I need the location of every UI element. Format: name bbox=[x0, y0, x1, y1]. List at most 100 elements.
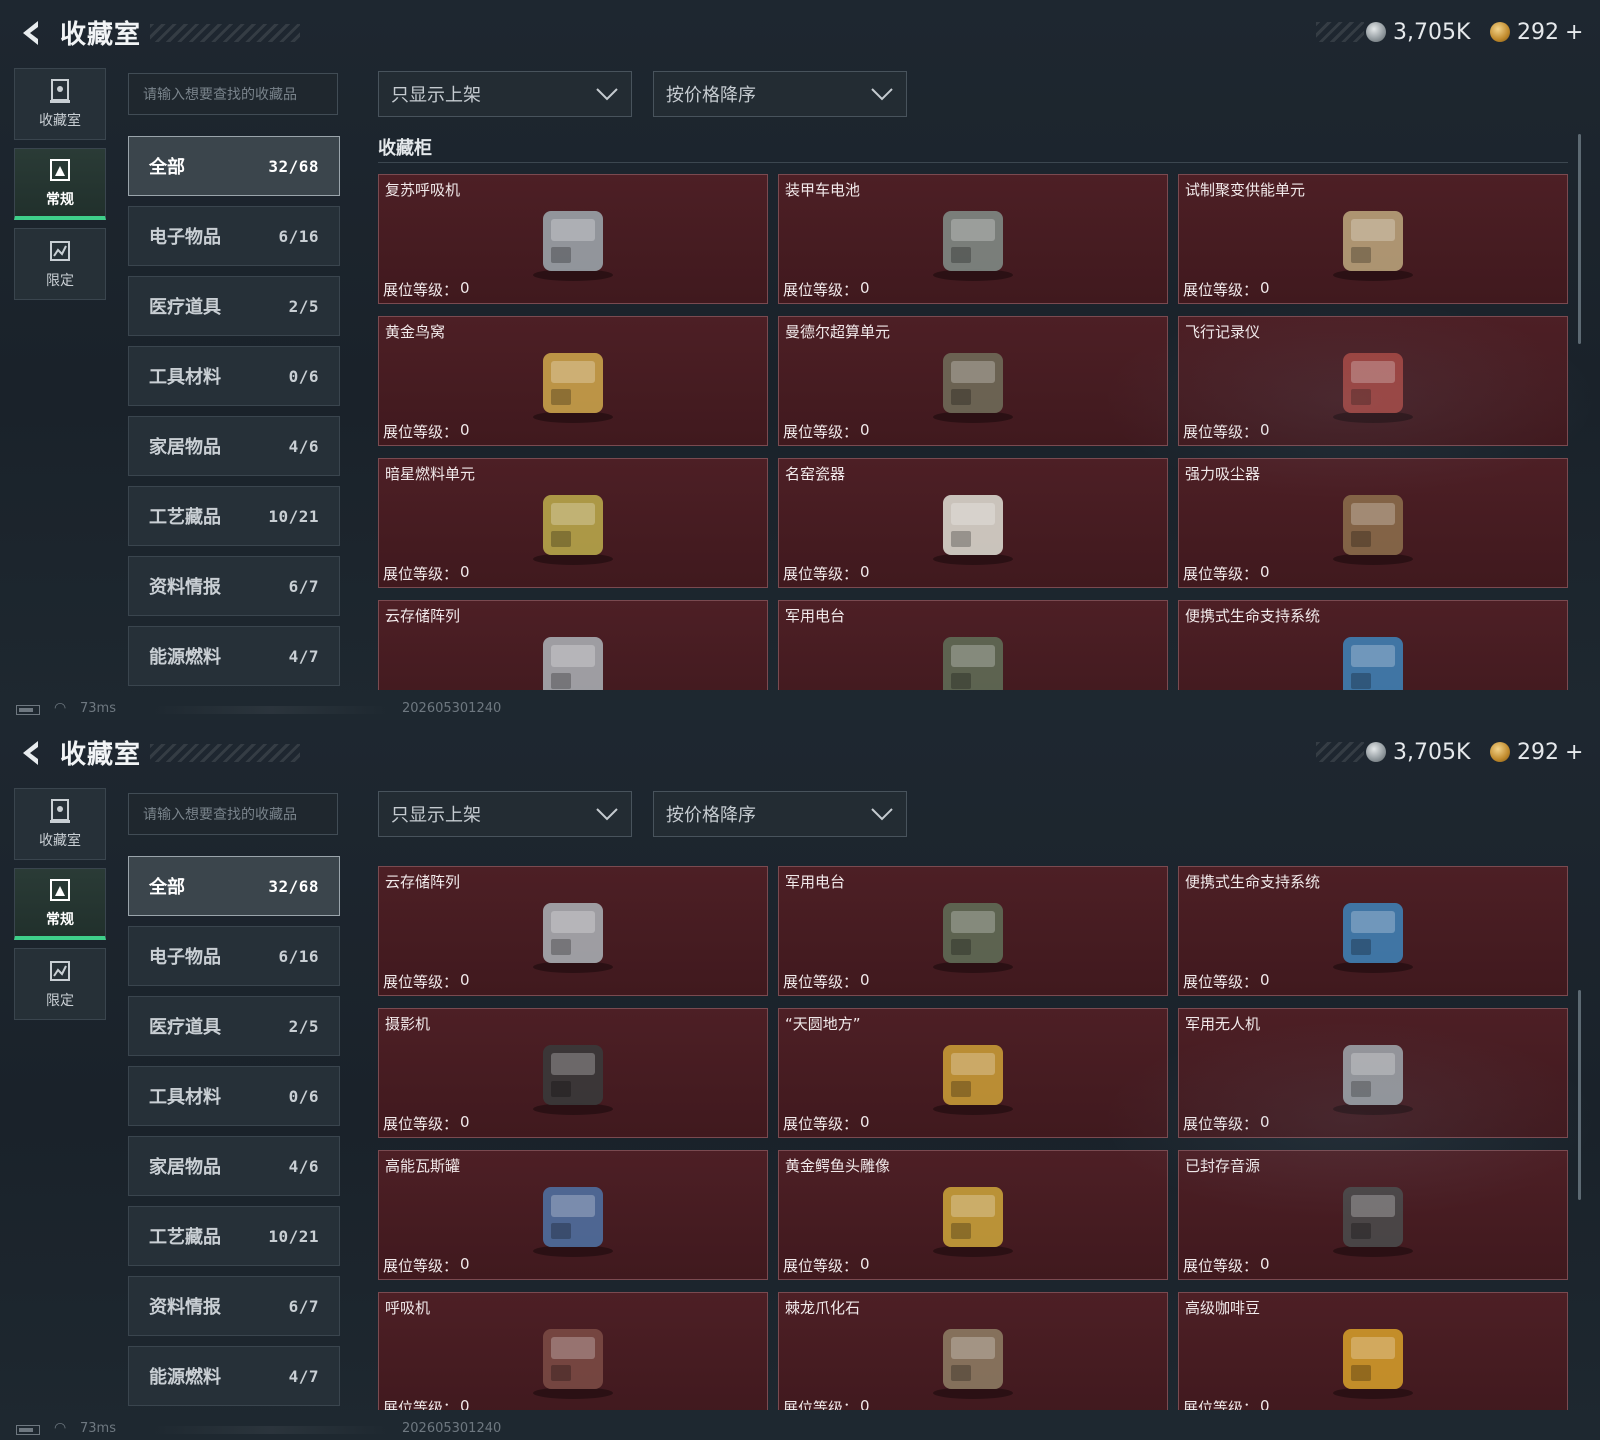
display-level-value: 0 bbox=[1260, 279, 1270, 297]
collection-card[interactable]: 复苏呼吸机 展位等级： 0 bbox=[378, 174, 768, 304]
back-button[interactable] bbox=[16, 736, 46, 770]
display-level-value: 0 bbox=[460, 421, 470, 439]
display-level-label: 展位等级： bbox=[1183, 281, 1259, 299]
display-level: 展位等级： 0 bbox=[783, 1397, 870, 1410]
item-name: 曼德尔超算单元 bbox=[785, 323, 891, 341]
display-level: 展位等级： 0 bbox=[1183, 1113, 1270, 1134]
collection-card[interactable]: 试制聚变供能单元 展位等级： 0 bbox=[1178, 174, 1568, 304]
collection-card[interactable]: 装甲车电池 展位等级： 0 bbox=[778, 174, 1168, 304]
collection-card[interactable]: 黄金鸟窝 展位等级： 0 bbox=[378, 316, 768, 446]
category-item[interactable]: 工艺藏品 10/21 bbox=[128, 1206, 340, 1266]
category-item[interactable]: 资料情报 6/7 bbox=[128, 556, 340, 616]
header: 收藏室 3,705K 292 + bbox=[0, 0, 1600, 64]
filter-dropdown[interactable]: 只显示上架 bbox=[378, 791, 632, 837]
display-level-value: 0 bbox=[460, 563, 470, 581]
item-name: 试制聚变供能单元 bbox=[1185, 181, 1306, 199]
back-button[interactable] bbox=[16, 16, 46, 50]
search-input[interactable]: 请输入想要查找的收藏品 bbox=[128, 73, 338, 115]
collection-card[interactable]: 黄金鳄鱼头雕像 展位等级： 0 bbox=[778, 1150, 1168, 1280]
collection-card[interactable]: 军用电台展位等级：0 bbox=[778, 866, 1168, 996]
category-item[interactable]: 医疗道具 2/5 bbox=[128, 996, 340, 1056]
category-count: 6/16 bbox=[278, 226, 319, 246]
back-arrow-icon bbox=[23, 21, 38, 45]
item-name: 黄金鸟窝 bbox=[385, 323, 446, 341]
display-level: 展位等级： 0 bbox=[383, 563, 470, 584]
category-item[interactable]: 家居物品 4/6 bbox=[128, 1136, 340, 1196]
collection-card[interactable]: 便携式生命支持系统展位等级：0 bbox=[1178, 866, 1568, 996]
collection-card[interactable]: 便携式生命支持系统展位等级：0 bbox=[1178, 600, 1568, 690]
category-item[interactable]: 全部 32/68 bbox=[128, 136, 340, 196]
collection-card[interactable]: 高级咖啡豆 展位等级： 0 bbox=[1178, 1292, 1568, 1410]
ventilator-icon bbox=[518, 1309, 628, 1405]
category-list: 全部 32/68 电子物品 6/16 医疗道具 2/5 工具材料 0/6 家居物品 4/6 工艺藏品… bbox=[128, 136, 340, 696]
side-nav-regular[interactable]: 常规 bbox=[14, 148, 106, 220]
side-nav-limited[interactable]: 限定 bbox=[14, 228, 106, 300]
sort-dropdown[interactable]: 按价格降序 bbox=[653, 791, 907, 837]
scrollbar[interactable] bbox=[1578, 134, 1581, 344]
side-nav-limited[interactable]: 限定 bbox=[14, 948, 106, 1020]
collection-card[interactable]: 军用电台展位等级：0 bbox=[778, 600, 1168, 690]
display-level-value: 0 bbox=[460, 1255, 470, 1273]
sort-dropdown[interactable]: 按价格降序 bbox=[653, 71, 907, 117]
collection-card[interactable]: 棘龙爪化石 展位等级： 0 bbox=[778, 1292, 1168, 1410]
display-level: 展位等级： 0 bbox=[783, 563, 870, 584]
collection-card[interactable]: 暗星燃料单元 展位等级： 0 bbox=[378, 458, 768, 588]
collection-card[interactable]: 名窑瓷器 展位等级： 0 bbox=[778, 458, 1168, 588]
storage-array-icon bbox=[518, 617, 628, 690]
filter-dropdown[interactable]: 只显示上架 bbox=[378, 71, 632, 117]
collection-card[interactable]: 高能瓦斯罐 展位等级： 0 bbox=[378, 1150, 768, 1280]
gold-currency[interactable]: 292 + bbox=[1490, 18, 1583, 46]
collection-card[interactable]: 强力吸尘器 展位等级： 0 bbox=[1178, 458, 1568, 588]
screen-bottom: 收藏室 3,705K 292 + 收藏室 常规 限定 请输入想要查找的收藏品 只… bbox=[0, 720, 1600, 1440]
porcelain-vase-icon bbox=[918, 475, 1028, 571]
collection-card[interactable]: 云存储阵列展位等级：0 bbox=[378, 600, 768, 690]
search-input[interactable]: 请输入想要查找的收藏品 bbox=[128, 793, 338, 835]
item-name: 高能瓦斯罐 bbox=[385, 1157, 461, 1175]
display-level: 展位等级： 0 bbox=[783, 279, 870, 300]
collection-card[interactable]: 已封存音源 展位等级： 0 bbox=[1178, 1150, 1568, 1280]
collection-card[interactable]: 云存储阵列展位等级：0 bbox=[378, 866, 768, 996]
display-level-label: 展位等级： bbox=[1183, 565, 1259, 583]
item-name: 云存储阵列 bbox=[385, 607, 461, 625]
category-item[interactable]: 能源燃料 4/7 bbox=[128, 626, 340, 686]
side-nav-regular[interactable]: 常规 bbox=[14, 868, 106, 940]
add-currency-icon[interactable]: + bbox=[1565, 20, 1583, 45]
side-nav-collection-room[interactable]: 收藏室 bbox=[14, 788, 106, 860]
item-name: 便携式生命支持系统 bbox=[1185, 873, 1321, 891]
display-level-label: 展位等级： bbox=[383, 1115, 459, 1133]
scrollbar[interactable] bbox=[1578, 990, 1581, 1200]
life-support-icon bbox=[1318, 617, 1428, 690]
category-item[interactable]: 工具材料 0/6 bbox=[128, 346, 340, 406]
gold-currency[interactable]: 292 + bbox=[1490, 738, 1583, 766]
collection-grid[interactable]: 暗星燃料单元展位等级：0名窑瓷器展位等级：0强力吸尘器展位等级：0云存储阵列展位… bbox=[378, 855, 1568, 1410]
collection-card[interactable]: 飞行记录仪 展位等级： 0 bbox=[1178, 316, 1568, 446]
category-item[interactable]: 工艺藏品 10/21 bbox=[128, 486, 340, 546]
collection-card[interactable]: 呼吸机 展位等级： 0 bbox=[378, 1292, 768, 1410]
battery-icon bbox=[16, 1425, 40, 1435]
category-item[interactable]: 医疗道具 2/5 bbox=[128, 276, 340, 336]
category-label: 电子物品 bbox=[149, 947, 221, 968]
category-item[interactable]: 电子物品 6/16 bbox=[128, 206, 340, 266]
collection-card[interactable]: 军用无人机 展位等级： 0 bbox=[1178, 1008, 1568, 1138]
side-nav-collection-room[interactable]: 收藏室 bbox=[14, 68, 106, 140]
category-item[interactable]: 资料情报 6/7 bbox=[128, 1276, 340, 1336]
wifi-icon: ◠ bbox=[54, 1420, 67, 1436]
status-bar: ◠ 73ms 202605301240 bbox=[0, 1420, 1600, 1440]
display-level-value: 0 bbox=[860, 1113, 870, 1131]
category-item[interactable]: 电子物品 6/16 bbox=[128, 926, 340, 986]
category-item[interactable]: 工具材料 0/6 bbox=[128, 1066, 340, 1126]
display-level-label: 展位等级： bbox=[783, 973, 859, 991]
vacuum-cleaner-icon bbox=[1318, 475, 1428, 571]
add-currency-icon[interactable]: + bbox=[1565, 740, 1583, 765]
collection-card[interactable]: “天圆地方” 展位等级： 0 bbox=[778, 1008, 1168, 1138]
display-level-value: 0 bbox=[1260, 1397, 1270, 1410]
collection-card[interactable]: 曼德尔超算单元 展位等级： 0 bbox=[778, 316, 1168, 446]
category-item[interactable]: 家居物品 4/6 bbox=[128, 416, 340, 476]
chevron-down-icon bbox=[871, 88, 893, 101]
collection-card[interactable]: 摄影机 展位等级： 0 bbox=[378, 1008, 768, 1138]
category-item[interactable]: 全部 32/68 bbox=[128, 856, 340, 916]
status-decoration bbox=[150, 1426, 390, 1434]
category-item[interactable]: 能源燃料 4/7 bbox=[128, 1346, 340, 1406]
collection-grid[interactable]: 复苏呼吸机 展位等级： 0 装甲车电池 展位等级： 0 试制聚变供能单元 展位等级： 0 黄金鸟窝… bbox=[378, 174, 1568, 690]
gold-amount: 292 bbox=[1517, 19, 1559, 45]
